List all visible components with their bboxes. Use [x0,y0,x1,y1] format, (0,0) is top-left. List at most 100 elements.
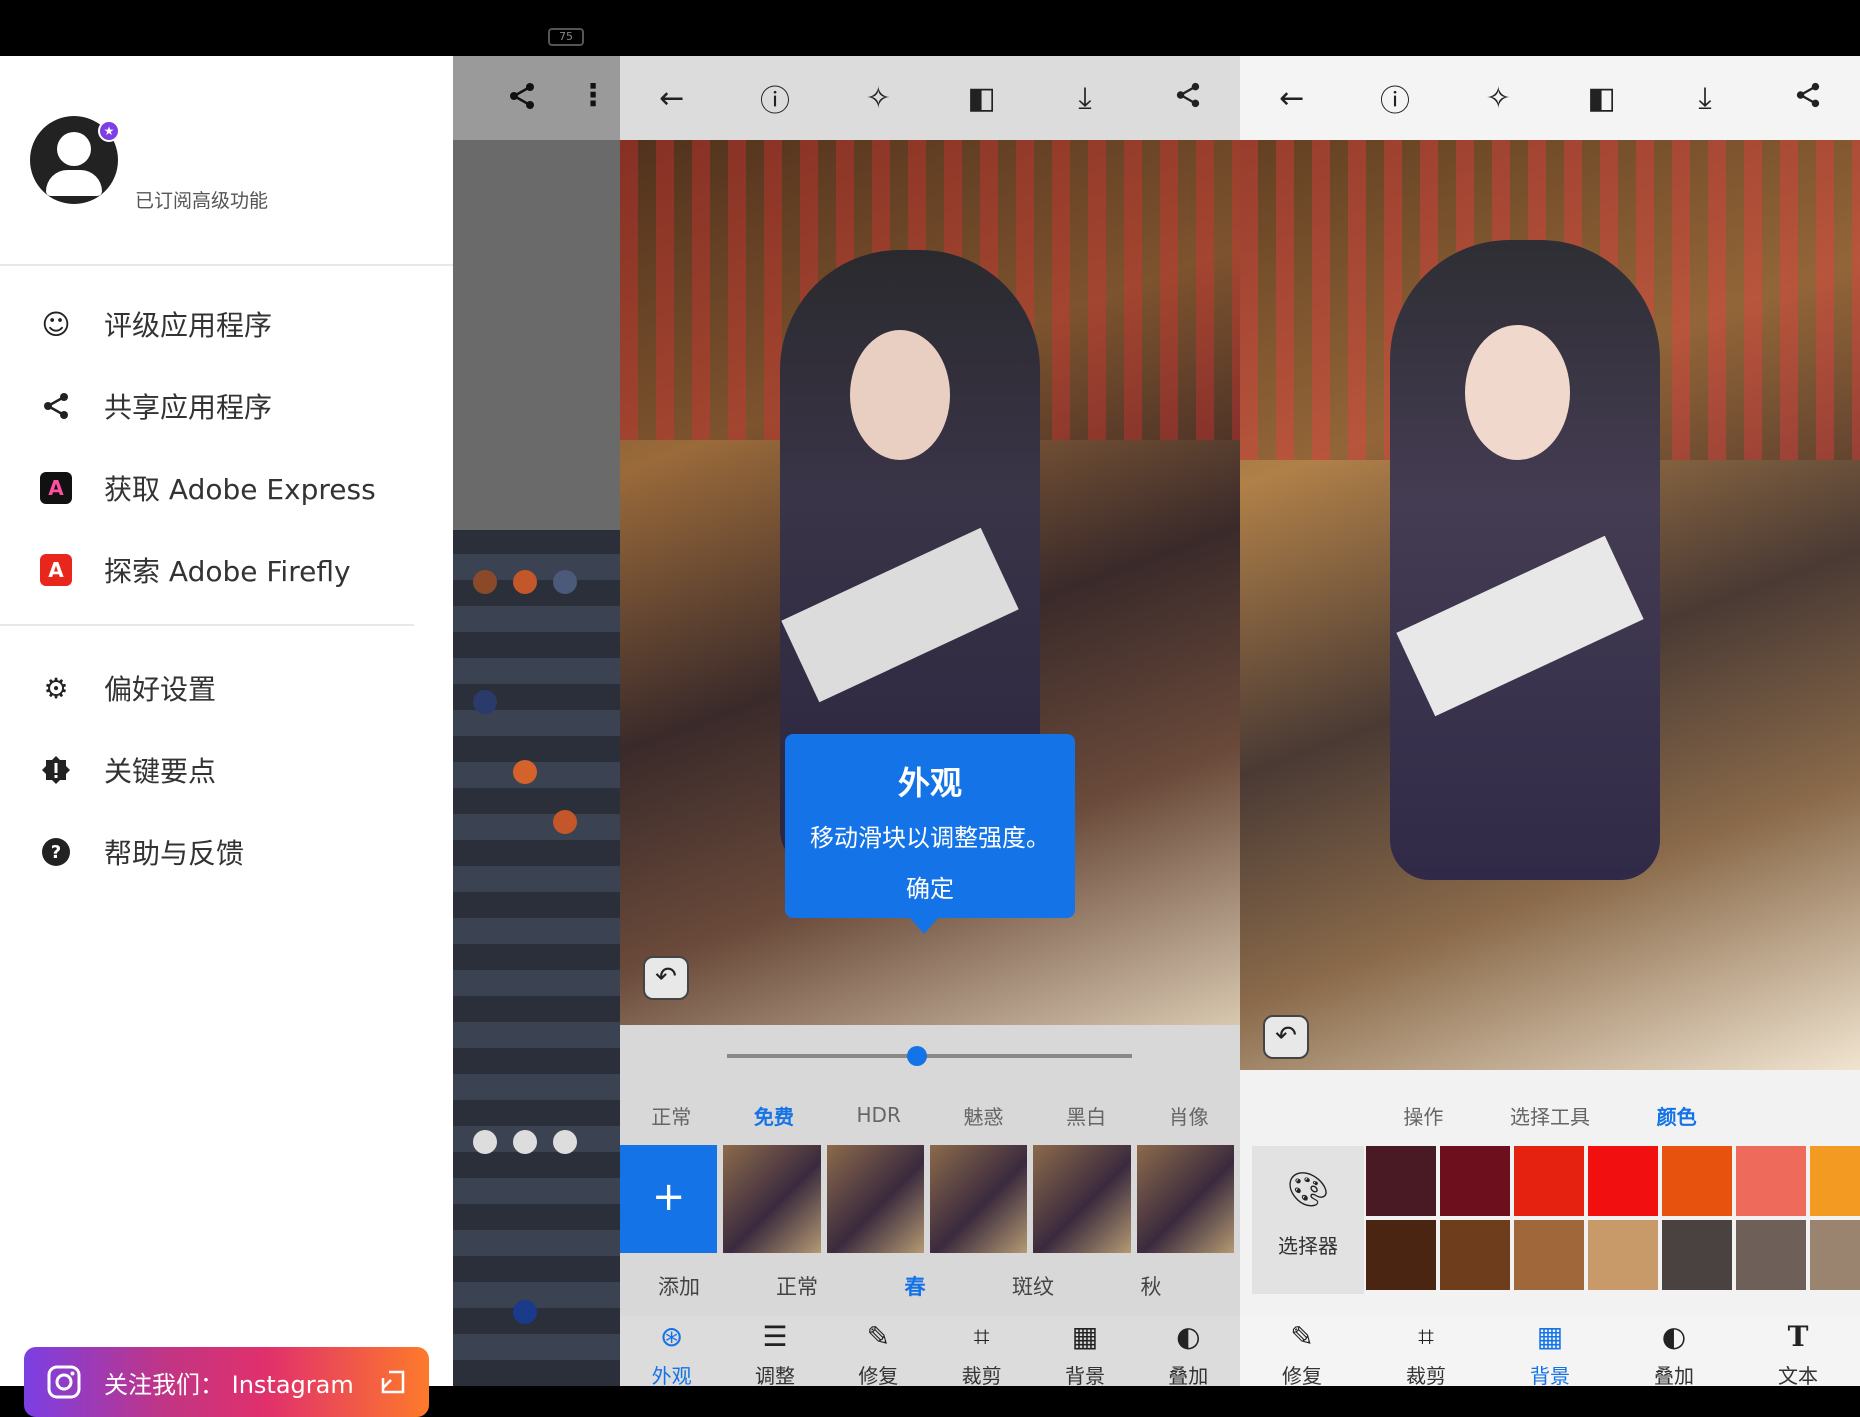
tab-overlay[interactable]: ◐ 叠加 [1138,1320,1238,1389]
tab-select-tool[interactable]: 选择工具 [1510,1101,1590,1130]
color-swatch[interactable] [1588,1146,1658,1216]
tab-text[interactable]: T 文本 [1748,1320,1848,1389]
color-picker-button[interactable]: 🎨︎ 选择器 [1252,1146,1364,1294]
tooltip-title: 外观 [897,764,962,802]
top-toolbar: ← ⓘ ✧ ◧ ⤓ [1240,56,1860,140]
battery-indicator: 75 [548,28,584,46]
tab-hdr[interactable]: HDR [857,1103,901,1127]
tab-label: 叠加 [1168,1364,1209,1388]
back-arrow-icon[interactable]: ← [642,81,702,116]
tab-actions[interactable]: 操作 [1403,1101,1443,1130]
overlay-icon: ◐ [1661,1320,1687,1353]
color-swatch[interactable] [1736,1220,1806,1290]
help-circle-icon[interactable]: ⓘ [1365,76,1425,120]
bandage-icon: ✎ [866,1320,891,1353]
magic-wand-icon[interactable]: ✧ [848,81,908,116]
color-swatch[interactable] [1514,1146,1584,1216]
color-swatch[interactable] [1736,1146,1806,1216]
look-thumbnail[interactable] [929,1145,1028,1253]
premium-star-icon: ★ [98,120,120,142]
color-swatch[interactable] [1366,1220,1436,1290]
tab-background[interactable]: ▦ 背景 [1035,1320,1135,1389]
divider [0,264,453,266]
menu-item-help-feedback[interactable]: ? 帮助与反馈 [36,822,436,882]
menu-item-label: 探索 Adobe Firefly [104,555,351,588]
palette-icon: 🎨︎ [1286,1170,1330,1210]
color-swatch[interactable] [1810,1146,1860,1216]
background-icon: ▦ [1071,1320,1099,1353]
back-arrow-icon[interactable]: ← [1262,81,1322,116]
tab-crop[interactable]: ⌗ 裁剪 [932,1320,1032,1389]
tab-free[interactable]: 免费 [754,1101,794,1130]
color-swatch[interactable] [1366,1146,1436,1216]
magic-wand-icon[interactable]: ✧ [1468,81,1528,116]
overlay-icon: ◐ [1176,1320,1201,1353]
share-icon[interactable] [1778,81,1838,116]
menu-item-label: 关键要点 [104,755,217,788]
color-swatch[interactable] [1514,1220,1584,1290]
color-swatch[interactable] [1440,1220,1510,1290]
add-look-button[interactable]: + [620,1145,718,1253]
status-bar [0,0,1860,56]
share-icon [36,386,76,426]
tab-crop[interactable]: ⌗ 裁剪 [1376,1320,1476,1389]
tab-heal[interactable]: ✎ 修复 [1252,1320,1352,1389]
tab-charm[interactable]: 魅惑 [963,1101,1003,1130]
intensity-slider-track[interactable] [727,1054,1132,1058]
navigation-drawer: ★ 已订阅高级功能 ☺ 评级应用程序 共享应用程序 A 获取 Adobe Exp… [0,56,453,1417]
tab-color[interactable]: 颜色 [1657,1101,1697,1130]
undo-icon[interactable]: ↶ [643,956,689,1000]
download-icon[interactable]: ⤓ [1675,81,1735,116]
adobe-express-icon: A [40,472,72,504]
color-swatch[interactable] [1662,1220,1732,1290]
adobe-firefly-icon: A [40,554,72,586]
looks-thumbnail-strip: + [620,1145,1240,1253]
picker-label: 选择器 [1278,1234,1338,1258]
compare-icon[interactable]: ◧ [952,81,1012,116]
top-toolbar: ← ⓘ ✧ ◧ ⤓ [620,56,1240,140]
look-label: 正常 [776,1275,818,1299]
color-swatch[interactable] [1588,1220,1658,1290]
instagram-follow-button[interactable]: 关注我们： Instagram [24,1347,429,1417]
tooltip-looks: 外观 移动滑块以调整强度。 确定 [785,734,1075,934]
menu-item-share-app[interactable]: 共享应用程序 [36,376,436,436]
tooltip-ok-button[interactable]: 确定 [785,869,1075,904]
menu-item-label: 共享应用程序 [104,391,273,424]
tab-portrait[interactable]: 肖像 [1169,1101,1209,1130]
look-thumbnail[interactable] [1033,1145,1131,1253]
color-swatch[interactable] [1810,1220,1860,1290]
undo-icon[interactable]: ↶ [1263,1015,1309,1059]
tab-heal[interactable]: ✎ 修复 [828,1320,928,1389]
tab-overlay[interactable]: ◐ 叠加 [1624,1320,1724,1389]
compare-icon[interactable]: ◧ [1572,81,1632,116]
bottom-tab-bar: ✎ 修复 ⌗ 裁剪 ▦ 背景 ◐ 叠加 T 文本 [1240,1316,1860,1389]
tab-normal[interactable]: 正常 [651,1101,691,1130]
look-thumbnail[interactable] [723,1145,821,1253]
more-options-icon: ⋮ [578,78,608,113]
menu-item-label: 帮助与反馈 [104,837,245,870]
instagram-label: 关注我们： Instagram [104,1370,354,1399]
tab-label: 外观 [651,1364,692,1388]
help-circle-icon[interactable]: ⓘ [745,76,805,120]
download-icon[interactable]: ⤓ [1055,81,1115,116]
menu-item-key-points[interactable]: 关键要点 [36,740,436,800]
tab-adjust[interactable]: ☰ 调整 [725,1320,825,1389]
menu-item-adobe-express[interactable]: A 获取 Adobe Express [36,458,436,518]
menu-item-rate-app[interactable]: ☺ 评级应用程序 [36,294,436,354]
instagram-icon [47,1365,81,1399]
tab-label: 背景 [1530,1364,1570,1388]
bandage-icon: ✎ [1290,1320,1314,1353]
tab-label: 背景 [1064,1364,1105,1388]
tab-background[interactable]: ▦ 背景 [1500,1320,1600,1389]
menu-item-adobe-firefly[interactable]: A 探索 Adobe Firefly [36,540,436,600]
look-thumbnail[interactable] [826,1145,924,1253]
share-icon[interactable] [1158,81,1218,116]
tab-bw[interactable]: 黑白 [1066,1101,1106,1130]
look-thumbnail[interactable] [1136,1145,1234,1253]
color-swatch[interactable] [1662,1146,1732,1216]
menu-item-preferences[interactable]: ⚙ 偏好设置 [36,658,436,718]
tab-looks[interactable]: ⊛ 外观 [622,1320,722,1389]
color-swatch[interactable] [1440,1146,1510,1216]
tab-label: 修复 [1282,1364,1322,1388]
photo-canvas[interactable] [1240,140,1860,1070]
